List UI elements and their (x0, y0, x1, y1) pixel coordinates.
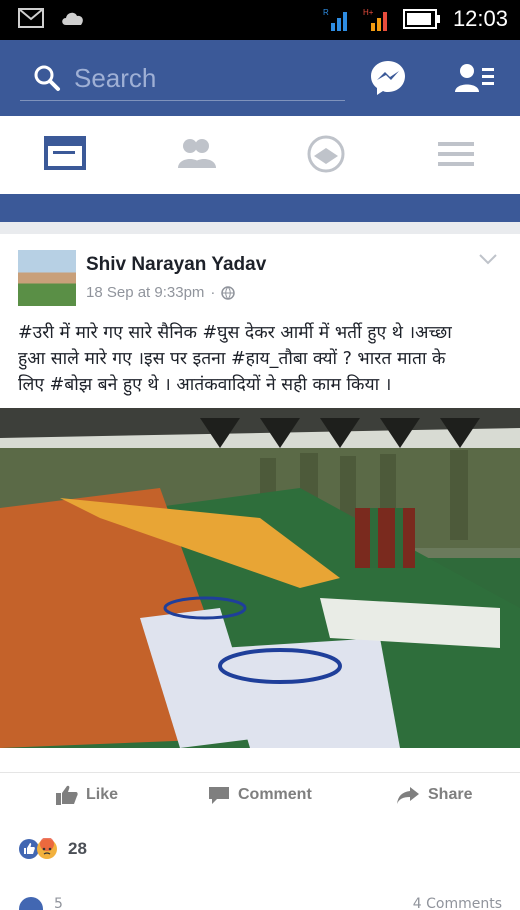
separator-dot: · (210, 284, 216, 301)
notifications-tab[interactable] (304, 134, 348, 174)
post-text-line: #उरी में मारे गए सारे सैनिक #घुस देकर आर… (18, 323, 452, 343)
collapsed-post-header (0, 194, 520, 222)
avatar[interactable] (18, 250, 76, 306)
post-author[interactable]: Shiv Narayan Yadav (86, 254, 266, 276)
comments-count[interactable]: 4 Comments (413, 896, 502, 910)
friends-tab[interactable] (174, 134, 218, 174)
search-input[interactable]: Search (74, 63, 156, 94)
news-feed-tab[interactable] (44, 134, 88, 174)
post-stats-row: 5 4 Comments (0, 896, 520, 910)
chevron-down-icon[interactable] (478, 252, 498, 266)
status-time: 12:03 (452, 6, 508, 31)
comment-label: Comment (238, 786, 312, 803)
share-icon (397, 787, 419, 804)
angry-reaction-icon (37, 838, 57, 859)
search-icon[interactable] (32, 63, 62, 93)
friend-requests-icon[interactable] (455, 62, 495, 94)
reaction-count: 28 (68, 839, 87, 858)
post-meta: 18 Sep at 9:33pm · (86, 284, 236, 301)
thumbs-up-icon (56, 785, 78, 805)
menu-tab[interactable] (434, 134, 478, 174)
messenger-icon[interactable] (368, 58, 408, 98)
post-text-line: हुआ साले मारे गए ।इस पर इतना #हाय_तौबा क… (18, 349, 446, 369)
like-button[interactable]: Like (56, 785, 118, 805)
post-time[interactable]: 18 Sep at 9:33pm (86, 284, 204, 301)
status-bar: R H+ 12:03 (0, 0, 520, 40)
top-bar: Search (0, 40, 520, 116)
battery-icon (402, 9, 440, 29)
share-label: Share (428, 786, 473, 803)
share-stat-icon (19, 897, 43, 910)
hplus-signal-icon: H+ (363, 8, 387, 31)
post-text: #उरी में मारे गए सारे सैनिक #घुस देकर आर… (18, 320, 508, 398)
search-bar[interactable]: Search (20, 56, 345, 101)
svg-text:R: R (323, 8, 329, 17)
share-count[interactable]: 5 (54, 896, 63, 910)
gmail-icon (18, 8, 44, 28)
cloud-icon (62, 12, 83, 25)
post-text-line: लिए #बोझ बने हुए थे । आतंकवादियों ने सही… (18, 375, 392, 395)
post-photo[interactable] (0, 408, 520, 748)
reactions-summary[interactable]: 28 (18, 838, 87, 860)
comment-button[interactable]: Comment (208, 785, 312, 805)
share-button[interactable]: Share (396, 785, 472, 805)
post-card: Shiv Narayan Yadav 18 Sep at 9:33pm · #उ… (0, 234, 520, 910)
signal-icon: R (323, 8, 347, 31)
post-actions: Like Comment Share (0, 772, 520, 819)
tab-bar (0, 116, 520, 195)
svg-text:H+: H+ (363, 8, 374, 17)
globe-icon (221, 285, 236, 300)
comment-icon (209, 787, 229, 804)
like-label: Like (86, 786, 119, 803)
